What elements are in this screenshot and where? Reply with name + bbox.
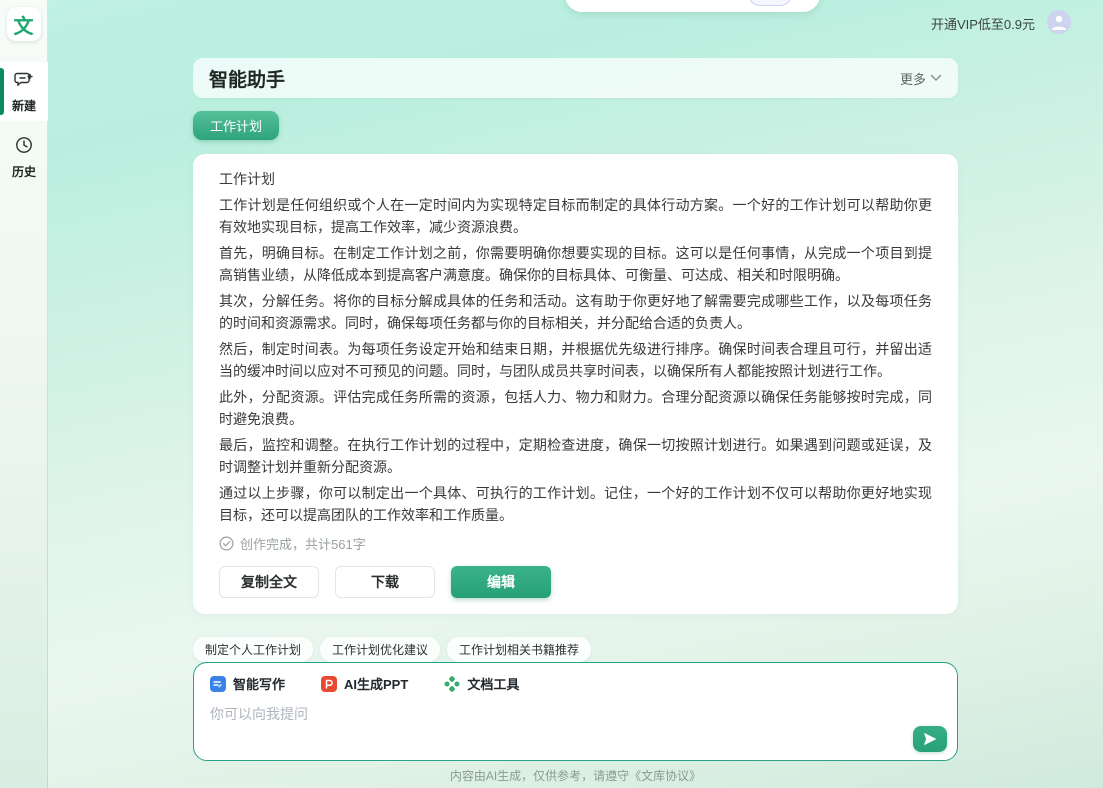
sidebar-item-label: 历史 [12, 163, 36, 180]
tab-ai-ppt[interactable]: AI生成PPT [321, 674, 408, 693]
prompt-input[interactable] [210, 706, 810, 722]
sidebar-item-new-chat[interactable]: 新建 [0, 62, 48, 121]
send-button[interactable] [913, 726, 947, 752]
chevron-down-icon [930, 74, 942, 82]
document-paragraph: 通过以上步骤，你可以制定出一个具体、可执行的工作计划。记住，一个好的工作计划不仅… [219, 482, 932, 526]
search-button[interactable] [748, 0, 792, 6]
more-menu[interactable]: 更多 [900, 69, 942, 88]
topic-tag[interactable]: 工作计划 [193, 111, 279, 140]
result-card: 工作计划 工作计划是任何组织或个人在一定时间内为实现特定目标而制定的具体行动方案… [193, 154, 958, 614]
download-button[interactable]: 下载 [335, 566, 435, 598]
sidebar: 文 新建 历史 [0, 0, 48, 788]
writer-icon [210, 676, 226, 692]
tab-doc-tools[interactable]: 文档工具 [444, 674, 519, 693]
assistant-header: 智能助手 更多 [193, 58, 958, 98]
vip-upgrade-link[interactable]: 开通VIP低至0.9元 [931, 14, 1035, 33]
edit-button[interactable]: 编辑 [451, 566, 551, 598]
action-buttons: 复制全文 下载 编辑 [219, 566, 932, 598]
composer-tabs: 智能写作 AI生成PPT [210, 674, 941, 693]
tab-label: 文档工具 [467, 674, 519, 693]
app-page: 开通VIP低至0.9元 文 新建 [0, 0, 1103, 788]
document-paragraph: 工作计划 [219, 168, 932, 190]
tab-smart-writing[interactable]: 智能写作 [210, 674, 285, 693]
copy-all-button[interactable]: 复制全文 [219, 566, 319, 598]
floating-search-bar[interactable] [565, 0, 820, 12]
main-panel: 智能助手 更多 工作计划 工作计划 工作计划是任何组织或个人在一定时间内为实现特… [193, 58, 958, 614]
app-logo[interactable]: 文 [7, 7, 41, 41]
sidebar-item-label: 新建 [12, 97, 36, 114]
suggestion-chip[interactable]: 工作计划相关书籍推荐 [447, 637, 591, 662]
document-paragraph: 首先，明确目标。在制定工作计划之前，你需要明确你想要实现的目标。这可以是任何事情… [219, 242, 932, 286]
suggestion-chip[interactable]: 制定个人工作计划 [193, 637, 313, 662]
suggestion-chips: 制定个人工作计划 工作计划优化建议 工作计划相关书籍推荐 [193, 637, 591, 662]
document-paragraph: 此外，分配资源。评估完成任务所需的资源，包括人力、物力和财力。合理分配资源以确保… [219, 386, 932, 430]
document-paragraph: 工作计划是任何组织或个人在一定时间内为实现特定目标而制定的具体行动方案。一个好的… [219, 194, 932, 238]
status-row: 创作完成，共计561字 [219, 534, 932, 553]
ppt-icon [321, 676, 337, 692]
disclaimer-text: 内容由AI生成，仅供参考，请遵守《文库协议》 [193, 767, 958, 784]
new-chat-icon [14, 71, 34, 94]
history-icon [14, 135, 34, 160]
document-paragraph: 然后，制定时间表。为每项任务设定开始和结束日期，并根据优先级进行排序。确保时间表… [219, 338, 932, 382]
user-icon [1050, 13, 1068, 31]
tab-label: AI生成PPT [344, 674, 408, 693]
sidebar-item-history[interactable]: 历史 [0, 126, 48, 187]
check-circle-icon [219, 536, 234, 551]
doc-tools-icon [444, 676, 460, 692]
page-title: 智能助手 [209, 65, 285, 92]
document-paragraph: 其次，分解任务。将你的目标分解成具体的任务和活动。这有助于你更好地了解需要完成哪… [219, 290, 932, 334]
more-label: 更多 [900, 69, 926, 88]
suggestion-chip[interactable]: 工作计划优化建议 [320, 637, 440, 662]
avatar[interactable] [1047, 10, 1071, 34]
document-paragraph: 最后，监控和调整。在执行工作计划的过程中，定期检查进度，确保一切按照计划进行。如… [219, 434, 932, 478]
composer: 智能写作 AI生成PPT [193, 662, 958, 761]
status-text: 创作完成，共计561字 [240, 534, 366, 553]
tab-label: 智能写作 [233, 674, 285, 693]
send-icon [923, 732, 937, 746]
